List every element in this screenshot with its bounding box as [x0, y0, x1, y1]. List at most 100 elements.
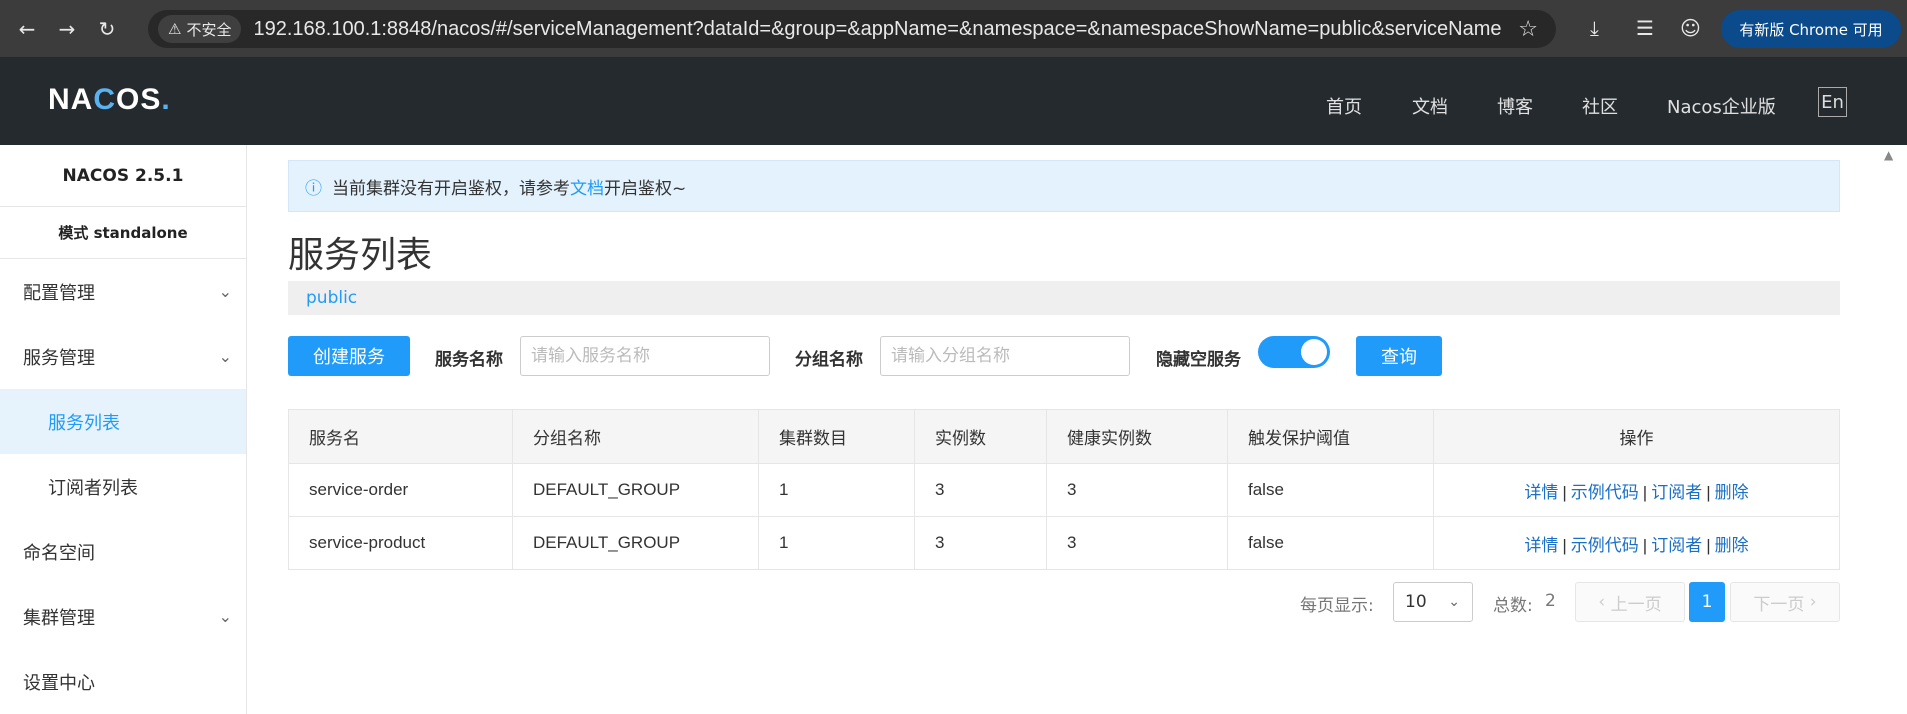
- sidebar-item-label: 服务列表: [48, 412, 120, 434]
- sidebar-item-service-list[interactable]: 服务列表: [0, 389, 246, 454]
- page-1-button[interactable]: 1: [1689, 582, 1725, 622]
- action-separator: |: [1562, 535, 1567, 555]
- namespace-public[interactable]: public: [306, 288, 357, 308]
- address-bar[interactable]: ⚠ 不安全 192.168.100.1:8848/nacos/#/service…: [148, 10, 1556, 48]
- group-name-label: 分组名称: [795, 350, 863, 370]
- query-button[interactable]: 查询: [1356, 336, 1442, 376]
- reload-icon[interactable]: ↻: [94, 16, 120, 42]
- chevron-down-icon: ⌄: [1448, 594, 1460, 610]
- version-label: NACOS 2.5.1: [0, 145, 246, 207]
- sidebar-item-settings[interactable]: 设置中心: [0, 649, 246, 714]
- cell-instance-count: 3: [914, 516, 1047, 570]
- cell-cluster-count: 1: [758, 463, 915, 517]
- table-row: service-product DEFAULT_GROUP 1 3 3 fals…: [288, 516, 1840, 570]
- action-separator: |: [1706, 482, 1711, 502]
- sample-code-link[interactable]: 示例代码: [1571, 536, 1639, 555]
- service-name-label: 服务名称: [435, 350, 503, 370]
- nacos-logo[interactable]: NACOS.: [48, 83, 171, 117]
- chevron-right-icon: ›: [1804, 592, 1817, 612]
- alert-doc-link[interactable]: 文档: [570, 174, 604, 199]
- sidebar-item-label: 命名空间: [23, 542, 95, 564]
- download-icon[interactable]: ⤓: [1590, 16, 1599, 40]
- sidebar-item-config[interactable]: 配置管理 ⌄: [0, 259, 246, 324]
- profile-icon[interactable]: ☺: [1680, 16, 1701, 40]
- cell-actions: 详情 | 示例代码 | 订阅者 | 删除: [1433, 516, 1840, 570]
- group-name-input[interactable]: [880, 336, 1130, 376]
- forward-icon[interactable]: →: [54, 16, 80, 42]
- col-protect-threshold: 触发保护阈值: [1227, 409, 1434, 464]
- service-table: 服务名 分组名称 集群数目 实例数 健康实例数 触发保护阈值 操作 servic…: [288, 409, 1840, 570]
- nav-home[interactable]: 首页: [1326, 93, 1362, 119]
- chrome-update-button[interactable]: 有新版 Chrome 可用: [1721, 10, 1901, 48]
- col-service-name: 服务名: [288, 409, 513, 464]
- sidebar: NACOS 2.5.1 模式 standalone 配置管理 ⌄ 服务管理 ⌄ …: [0, 145, 247, 714]
- toggle-knob: [1301, 339, 1327, 365]
- detail-link[interactable]: 详情: [1524, 536, 1558, 555]
- subscribers-link[interactable]: 订阅者: [1651, 483, 1702, 502]
- delete-link[interactable]: 删除: [1715, 483, 1749, 502]
- table-header-row: 服务名 分组名称 集群数目 实例数 健康实例数 触发保护阈值 操作: [288, 409, 1840, 464]
- col-healthy-count: 健康实例数: [1046, 409, 1228, 464]
- prev-page-button[interactable]: ‹ 上一页: [1575, 582, 1685, 622]
- chevron-down-icon: ⌄: [218, 282, 232, 301]
- cell-cluster-count: 1: [758, 516, 915, 570]
- auth-alert: ⓘ 当前集群没有开启鉴权，请参考 文档 开启鉴权~: [288, 160, 1840, 212]
- total-value: 2: [1545, 591, 1556, 611]
- language-toggle[interactable]: En: [1818, 87, 1847, 117]
- sidebar-item-label: 集群管理: [23, 607, 95, 629]
- insecure-label: 不安全: [186, 20, 232, 39]
- nav-community[interactable]: 社区: [1582, 93, 1618, 119]
- total-label: 总数:: [1493, 596, 1533, 616]
- create-service-button[interactable]: 创建服务: [288, 336, 410, 376]
- cell-service-name: service-order: [288, 463, 513, 517]
- sidebar-item-cluster[interactable]: 集群管理 ⌄: [0, 584, 246, 649]
- chevron-down-icon: ⌄: [218, 607, 232, 626]
- col-cluster-count: 集群数目: [758, 409, 915, 464]
- nav-enterprise[interactable]: Nacos企业版: [1667, 93, 1776, 119]
- delete-link[interactable]: 删除: [1715, 536, 1749, 555]
- chevron-left-icon: ‹: [1598, 592, 1611, 612]
- nav-blog[interactable]: 博客: [1497, 93, 1533, 119]
- cell-healthy-count: 3: [1046, 516, 1228, 570]
- nav-docs[interactable]: 文档: [1412, 93, 1448, 119]
- cell-protect-threshold: false: [1227, 463, 1434, 517]
- cell-actions: 详情 | 示例代码 | 订阅者 | 删除: [1433, 463, 1840, 517]
- sidebar-item-label: 订阅者列表: [48, 477, 138, 499]
- action-separator: |: [1642, 482, 1648, 502]
- hide-empty-toggle[interactable]: [1258, 336, 1330, 368]
- subscribers-link[interactable]: 订阅者: [1651, 536, 1702, 555]
- action-separator: |: [1642, 535, 1648, 555]
- scroll-up-icon[interactable]: ▲: [1884, 148, 1893, 162]
- action-separator: |: [1562, 482, 1567, 502]
- back-icon[interactable]: ←: [14, 16, 40, 42]
- alert-text-suffix: 开启鉴权~: [604, 178, 687, 199]
- detail-link[interactable]: 详情: [1524, 483, 1558, 502]
- alert-text: 当前集群没有开启鉴权，请参考: [332, 178, 570, 199]
- cell-healthy-count: 3: [1046, 463, 1228, 517]
- url-text[interactable]: 192.168.100.1:8848/nacos/#/serviceManage…: [253, 18, 1503, 41]
- per-page-select[interactable]: 10 ⌄: [1393, 582, 1473, 622]
- insecure-badge[interactable]: ⚠ 不安全: [158, 15, 242, 43]
- per-page-label: 每页显示:: [1300, 596, 1374, 616]
- next-page-button[interactable]: 下一页 ›: [1730, 582, 1840, 622]
- next-page-label: 下一页: [1753, 594, 1805, 615]
- media-icon[interactable]: ☰: [1636, 16, 1654, 40]
- service-name-input[interactable]: [520, 336, 770, 376]
- per-page-value: 10: [1405, 592, 1427, 612]
- app-header: NACOS. 首页 文档 博客 社区 Nacos企业版 En: [0, 57, 1907, 145]
- cell-protect-threshold: false: [1227, 516, 1434, 570]
- chevron-down-icon: ⌄: [218, 347, 232, 366]
- prev-page-label: 上一页: [1610, 594, 1662, 615]
- mode-label: 模式 standalone: [0, 207, 246, 259]
- sidebar-item-label: 设置中心: [23, 672, 95, 694]
- sample-code-link[interactable]: 示例代码: [1571, 483, 1639, 502]
- col-actions: 操作: [1433, 409, 1840, 464]
- bookmark-star-icon[interactable]: ☆: [1518, 17, 1538, 42]
- sidebar-item-namespace[interactable]: 命名空间: [0, 519, 246, 584]
- sidebar-item-service-management[interactable]: 服务管理 ⌄: [0, 324, 246, 389]
- warning-icon: ⚠: [168, 20, 182, 38]
- hide-empty-label: 隐藏空服务: [1156, 350, 1241, 370]
- col-instance-count: 实例数: [914, 409, 1047, 464]
- sidebar-item-subscriber-list[interactable]: 订阅者列表: [0, 454, 246, 519]
- cell-instance-count: 3: [914, 463, 1047, 517]
